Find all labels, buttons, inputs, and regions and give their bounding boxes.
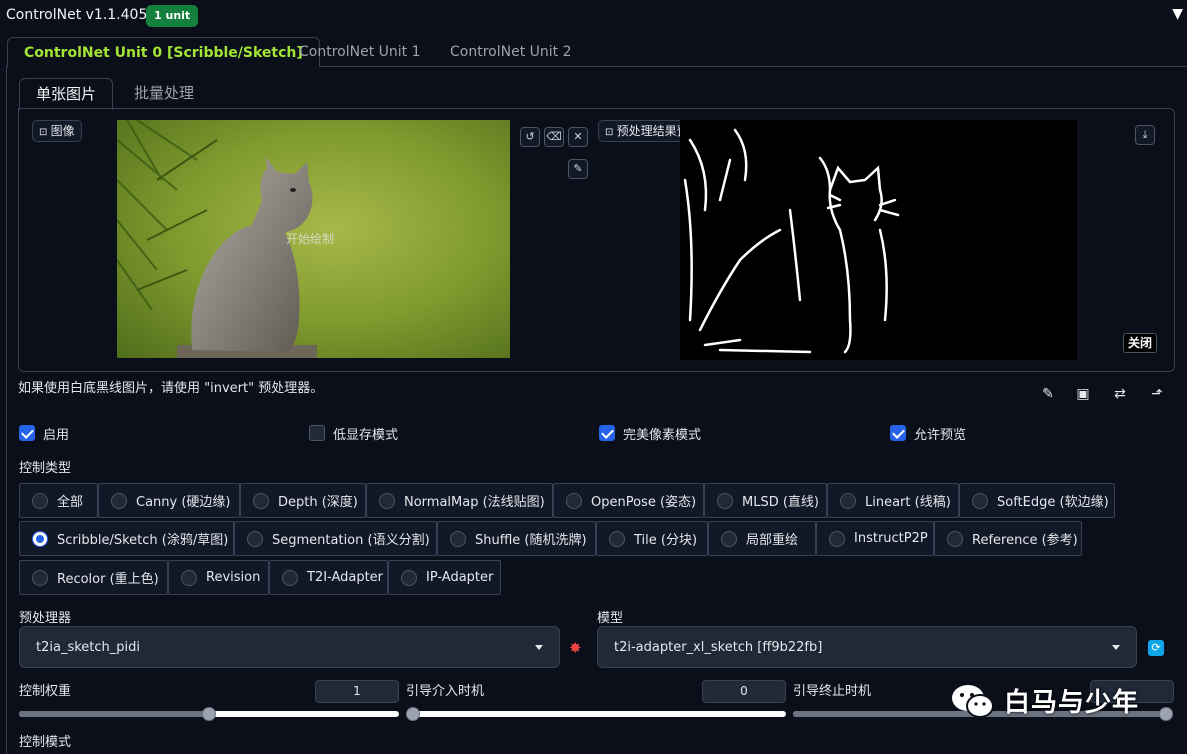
eraser-icon[interactable]: ⌫ <box>544 127 564 147</box>
run-preprocessor-icon[interactable]: ✸ <box>569 639 582 657</box>
control-type-option[interactable]: MLSD (直线) <box>704 483 827 518</box>
close-preview-button[interactable]: 关闭 <box>1123 333 1158 353</box>
image-icon: ⊡ <box>39 127 51 138</box>
wechat-icon <box>952 684 994 718</box>
radio-dot[interactable] <box>32 492 48 509</box>
watermark: 白马与少年 <box>950 682 1139 719</box>
refresh-icon[interactable]: ⟳ <box>1148 640 1164 656</box>
send-icon[interactable]: ⬏ <box>1148 385 1166 403</box>
radio-dot[interactable] <box>717 492 733 509</box>
control-type-option[interactable]: Segmentation (语义分割) <box>234 521 437 556</box>
control-type-option[interactable]: Depth (深度) <box>240 483 366 518</box>
radio-dot[interactable] <box>401 569 417 586</box>
control-mode-label: 控制模式 <box>19 735 72 750</box>
weight-label: 控制权重 <box>19 684 72 699</box>
control-type-option[interactable]: OpenPose (姿态) <box>553 483 704 518</box>
checkbox-box[interactable] <box>309 425 325 441</box>
draw-hint: 开始绘制 <box>286 232 335 246</box>
watermark-text: 白马与少年 <box>1004 688 1140 718</box>
control-type-label: 控制类型 <box>19 461 72 476</box>
sketch-preview <box>683 128 900 354</box>
tab-single-image[interactable]: 单张图片 <box>19 78 114 110</box>
camera-icon[interactable]: ▣ <box>1074 385 1092 403</box>
end-label: 引导终止时机 <box>793 684 872 699</box>
invert-hint: 如果使用白底黑线图片，请使用 "invert" 预处理器。 <box>18 381 324 396</box>
weight-slider[interactable] <box>19 707 399 721</box>
edit-icon[interactable]: ✎ <box>1039 385 1057 403</box>
control-type-option[interactable]: T2I-Adapter <box>269 560 388 595</box>
checkbox-box[interactable] <box>599 425 615 441</box>
radio-dot[interactable] <box>947 530 963 547</box>
slider-thumb[interactable] <box>1159 707 1173 721</box>
control-type-option[interactable]: Shuffle (随机洗牌) <box>437 521 596 556</box>
download-icon[interactable]: ⤓ <box>1135 125 1155 145</box>
radio-dot[interactable] <box>247 530 263 547</box>
unit-count-badge: 1 unit <box>146 5 199 27</box>
radio-dot[interactable] <box>282 569 298 586</box>
start-input[interactable]: 0 <box>702 680 786 703</box>
slider-thumb[interactable] <box>406 707 420 721</box>
swap-icon[interactable]: ⇄ <box>1111 385 1129 403</box>
checkbox-box[interactable] <box>19 425 35 441</box>
weight-input[interactable]: 1 <box>315 680 399 703</box>
radio-dot[interactable] <box>181 569 197 586</box>
model-label: 模型 <box>597 611 624 626</box>
enable-checkbox[interactable]: 启用 <box>19 424 69 443</box>
preprocessor-preview <box>680 120 1077 360</box>
radio-dot[interactable] <box>111 492 127 509</box>
allow-preview-checkbox[interactable]: 允许预览 <box>890 424 966 443</box>
tab-unit-1[interactable]: ControlNet Unit 1 <box>283 37 437 67</box>
checkbox-box[interactable] <box>890 425 906 441</box>
preprocessor-value: t2ia_sketch_pidi <box>36 639 140 655</box>
tab-batch[interactable]: 批量处理 <box>118 78 210 110</box>
control-type-option[interactable]: NormalMap (法线贴图) <box>366 483 553 518</box>
control-type-option[interactable]: 局部重绘 <box>708 521 816 556</box>
preprocessor-dropdown[interactable]: t2ia_sketch_pidi <box>19 626 560 668</box>
brush-icon[interactable]: ✎ <box>568 159 588 179</box>
radio-dot[interactable] <box>840 492 856 509</box>
close-icon[interactable]: ✕ <box>568 127 588 147</box>
control-type-option[interactable]: Reference (参考) <box>934 521 1082 556</box>
slider-fill <box>19 711 209 717</box>
radio-dot[interactable] <box>566 492 582 509</box>
radio-dot[interactable] <box>609 530 625 547</box>
control-type-option[interactable]: Recolor (重上色) <box>19 560 168 595</box>
model-dropdown[interactable]: t2i-adapter_xl_sketch [ff9b22fb] <box>597 626 1137 668</box>
tab-unit-0[interactable]: ControlNet Unit 0 [Scribble/Sketch] <box>7 37 320 67</box>
radio-dot[interactable] <box>379 492 395 509</box>
control-type-option[interactable]: Tile (分块) <box>596 521 708 556</box>
control-type-option-selected[interactable]: Scribble/Sketch (涂鸦/草图) <box>19 521 234 556</box>
control-type-option[interactable]: 全部 <box>19 483 98 518</box>
preprocessor-label: 预处理器 <box>19 611 72 626</box>
app-title: ControlNet v1.1.405 <box>6 7 148 23</box>
radio-dot[interactable] <box>450 530 466 547</box>
radio-dot[interactable] <box>972 492 988 509</box>
radio-dot[interactable] <box>32 569 48 586</box>
radio-dot[interactable] <box>32 530 48 547</box>
control-type-option[interactable]: Lineart (线稿) <box>827 483 959 518</box>
control-type-option[interactable]: Canny (硬边缘) <box>98 483 240 518</box>
undo-icon[interactable]: ↺ <box>520 127 540 147</box>
radio-dot[interactable] <box>829 530 845 547</box>
chevron-down-icon <box>1112 644 1120 650</box>
low-vram-checkbox[interactable]: 低显存模式 <box>309 424 398 443</box>
tab-unit-2[interactable]: ControlNet Unit 2 <box>434 37 588 67</box>
image-icon: ⊡ <box>605 127 617 138</box>
radio-dot[interactable] <box>721 530 737 547</box>
start-slider[interactable] <box>406 707 786 721</box>
control-type-option[interactable]: SoftEdge (软边缘) <box>959 483 1115 518</box>
model-value: t2i-adapter_xl_sketch [ff9b22fb] <box>614 639 823 655</box>
slider-thumb[interactable] <box>202 707 216 721</box>
radio-dot[interactable] <box>253 492 269 509</box>
control-type-option[interactable]: Revision <box>168 560 269 595</box>
collapse-icon[interactable]: ▼ <box>1172 6 1183 22</box>
control-type-option[interactable]: InstructP2P <box>816 521 934 556</box>
control-type-option[interactable]: IP-Adapter <box>388 560 501 595</box>
image-label: ⊡ 图像 <box>32 120 82 142</box>
chevron-down-icon <box>535 644 543 650</box>
pixel-perfect-checkbox[interactable]: 完美像素模式 <box>599 424 701 443</box>
start-label: 引导介入时机 <box>406 684 485 699</box>
